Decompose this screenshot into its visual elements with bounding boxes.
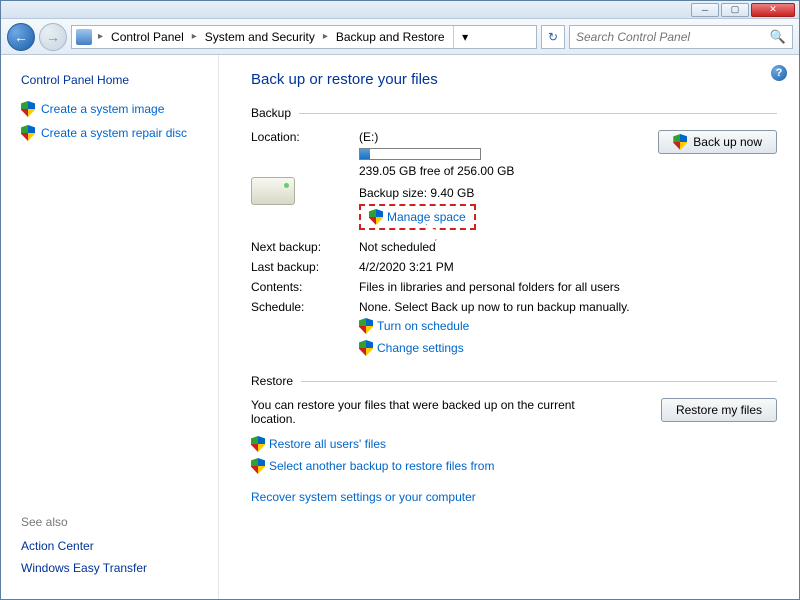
- change-settings-link[interactable]: Change settings: [359, 340, 637, 356]
- shield-icon: [251, 458, 265, 474]
- breadcrumb-item[interactable]: System and Security: [203, 30, 317, 44]
- back-button[interactable]: ←: [7, 23, 35, 51]
- manage-space-link[interactable]: Manage space: [369, 209, 466, 225]
- section-label: Restore: [251, 374, 293, 388]
- link-label: Create a system repair disc: [41, 126, 187, 140]
- shield-icon: [21, 125, 35, 141]
- button-label: Restore my files: [676, 403, 762, 417]
- shield-icon: [369, 209, 383, 225]
- shield-icon: [359, 318, 373, 334]
- disk-usage-bar: [359, 148, 481, 160]
- next-backup-label: Next backup:: [251, 240, 359, 254]
- breadcrumb-dropdown[interactable]: ▾: [453, 26, 477, 48]
- link-label: Restore all users' files: [269, 437, 386, 451]
- location-value: (E:): [359, 130, 514, 144]
- last-backup-value: 4/2/2020 3:21 PM: [359, 260, 637, 274]
- back-up-now-button[interactable]: Back up now: [658, 130, 777, 154]
- link-label: Manage space: [387, 210, 466, 224]
- sidebar: Control Panel Home Create a system image…: [1, 55, 219, 599]
- search-icon: 🔍: [770, 29, 786, 45]
- refresh-button[interactable]: ↻: [541, 25, 565, 49]
- link-label: Turn on schedule: [377, 319, 469, 333]
- next-backup-value: Not scheduled: [359, 240, 637, 254]
- windows-easy-transfer-link[interactable]: Windows Easy Transfer: [21, 557, 218, 579]
- backup-size-text: Backup size: 9.40 GB: [359, 186, 514, 200]
- search-input[interactable]: [576, 30, 770, 44]
- restore-section-header: Restore: [251, 374, 777, 388]
- action-center-link[interactable]: Action Center: [21, 535, 218, 557]
- minimize-button[interactable]: ─: [691, 3, 719, 17]
- breadcrumb[interactable]: ▸ Control Panel ▸ System and Security ▸ …: [71, 25, 537, 49]
- contents-label: Contents:: [251, 280, 359, 294]
- see-also-label: See also: [21, 515, 218, 529]
- contents-value: Files in libraries and personal folders …: [359, 280, 637, 294]
- divider: [301, 381, 777, 382]
- chevron-right-icon: ▸: [188, 31, 201, 42]
- create-system-image-link[interactable]: Create a system image: [21, 97, 218, 121]
- forward-button[interactable]: →: [39, 23, 67, 51]
- backup-section-header: Backup: [251, 106, 777, 120]
- titlebar: ─ ▢ ✕: [1, 1, 799, 19]
- control-panel-icon: [76, 29, 92, 45]
- manage-space-highlight: Manage space: [359, 204, 476, 230]
- link-label: Create a system image: [41, 102, 164, 116]
- schedule-value: None. Select Back up now to run backup m…: [359, 300, 637, 314]
- shield-icon: [251, 436, 265, 452]
- breadcrumb-item[interactable]: Backup and Restore: [334, 30, 447, 44]
- breadcrumb-item[interactable]: Control Panel: [109, 30, 186, 44]
- divider: [299, 113, 777, 114]
- link-label: Select another backup to restore files f…: [269, 459, 494, 473]
- shield-icon: [21, 101, 35, 117]
- page-title: Back up or restore your files: [251, 71, 777, 88]
- schedule-label: Schedule:: [251, 300, 359, 356]
- shield-icon: [359, 340, 373, 356]
- restore-my-files-button[interactable]: Restore my files: [661, 398, 777, 422]
- turn-on-schedule-link[interactable]: Turn on schedule: [359, 318, 637, 334]
- search-box[interactable]: 🔍: [569, 25, 793, 49]
- button-label: Back up now: [693, 135, 762, 149]
- create-repair-disc-link[interactable]: Create a system repair disc: [21, 121, 218, 145]
- help-icon[interactable]: ?: [771, 65, 787, 81]
- restore-all-users-link[interactable]: Restore all users' files: [251, 436, 633, 452]
- window: ─ ▢ ✕ ← → ▸ Control Panel ▸ System and S…: [0, 0, 800, 600]
- drive-icon: [251, 177, 295, 205]
- shield-icon: [673, 134, 687, 150]
- close-button[interactable]: ✕: [751, 3, 795, 17]
- main-panel: ? Back up or restore your files Backup L…: [219, 55, 799, 599]
- link-label: Change settings: [377, 341, 464, 355]
- free-space-text: 239.05 GB free of 256.00 GB: [359, 164, 514, 178]
- section-label: Backup: [251, 106, 291, 120]
- maximize-button[interactable]: ▢: [721, 3, 749, 17]
- sidebar-heading[interactable]: Control Panel Home: [21, 69, 218, 91]
- content: Control Panel Home Create a system image…: [1, 55, 799, 599]
- toolbar: ← → ▸ Control Panel ▸ System and Securit…: [1, 19, 799, 55]
- restore-description: You can restore your files that were bac…: [251, 398, 591, 426]
- select-another-backup-link[interactable]: Select another backup to restore files f…: [251, 458, 633, 474]
- recover-system-link[interactable]: Recover system settings or your computer: [251, 490, 476, 504]
- location-label: Location:: [251, 130, 359, 144]
- chevron-right-icon: ▸: [319, 31, 332, 42]
- chevron-right-icon: ▸: [94, 31, 107, 42]
- last-backup-label: Last backup:: [251, 260, 359, 274]
